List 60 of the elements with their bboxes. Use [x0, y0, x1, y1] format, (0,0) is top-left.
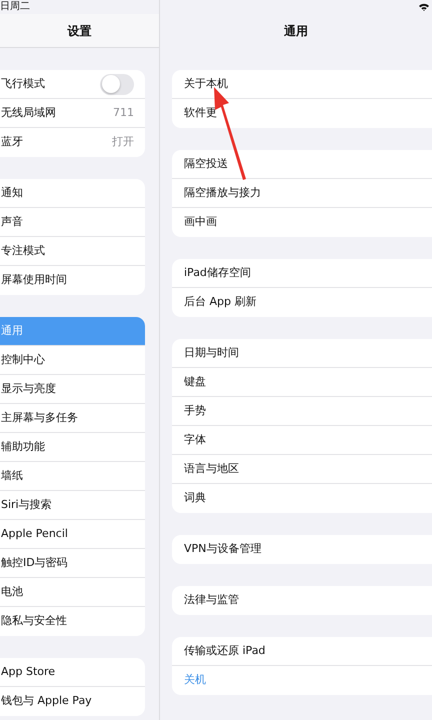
item-label: Apple Pencil — [1, 526, 68, 542]
item-label: 显示与亮度 — [1, 380, 56, 397]
item-label: 无线局域网 — [1, 104, 56, 121]
item-label: 主屏幕与多任务 — [1, 410, 78, 426]
settings-item[interactable]: 手势 — [172, 397, 432, 426]
sidebar-item[interactable]: App Store — [0, 658, 145, 687]
wifi-icon — [419, 3, 430, 11]
item-label: 屏幕使用时间 — [1, 272, 67, 288]
item-label: 墙纸 — [1, 468, 23, 484]
toggle-switch[interactable] — [100, 74, 134, 94]
sidebar-item[interactable]: 隐私与安全性 — [0, 607, 145, 636]
item-label: 隐私与安全性 — [1, 613, 67, 630]
item-label: 控制中心 — [1, 352, 45, 368]
item-label: 通知 — [1, 184, 23, 201]
item-value: 711 — [113, 104, 134, 121]
page-title: 通用 — [283, 23, 309, 40]
sidebar-item[interactable]: 墙纸 — [0, 462, 145, 491]
sidebar-item[interactable]: 电池 — [0, 578, 145, 607]
settings-item[interactable]: 隔空播放与接力 — [172, 179, 432, 208]
item-label: 蓝牙 — [1, 134, 23, 150]
item-label: 钱包与 Apple Pay — [1, 693, 92, 710]
item-label: App Store — [1, 664, 56, 680]
item-label: Siri与搜索 — [1, 496, 52, 513]
item-label: 飞行模式 — [1, 76, 45, 92]
sidebar-item[interactable]: 触控ID与密码 — [0, 549, 145, 578]
sidebar-item[interactable]: 辅助功能 — [0, 433, 145, 462]
sidebar-item[interactable]: 显示与亮度 — [0, 375, 145, 404]
sidebar-item[interactable]: 飞行模式 — [0, 70, 145, 99]
settings-item[interactable]: 画中画 — [172, 208, 432, 237]
settings-item[interactable]: 日期与时间 — [172, 339, 432, 368]
settings-item[interactable]: 语言与地区 — [172, 455, 432, 484]
item-label: 触控ID与密码 — [1, 554, 68, 571]
sidebar-item[interactable]: 声音 — [0, 208, 145, 237]
sidebar-title: 设置 — [0, 14, 159, 48]
settings-item[interactable]: 后台 App 刷新 — [172, 288, 432, 317]
settings-item[interactable]: 字体 — [172, 426, 432, 455]
sidebar-item[interactable]: Siri与搜索 — [0, 491, 145, 520]
sidebar-item[interactable]: 控制中心 — [0, 346, 145, 375]
item-label: 辅助功能 — [1, 438, 45, 455]
sidebar-item[interactable]: 专注模式 — [0, 237, 145, 266]
sidebar-item[interactable]: 钱包与 Apple Pay — [0, 687, 145, 716]
settings-item[interactable]: VPN与设备管理 — [172, 535, 432, 564]
item-label: 通用 — [1, 322, 23, 339]
settings-item[interactable]: iPad储存空间 — [172, 259, 432, 288]
sidebar-item[interactable]: Apple Pencil — [0, 520, 145, 549]
settings-item[interactable]: 软件更 — [172, 99, 432, 128]
settings-item[interactable]: 词典 — [172, 484, 432, 513]
settings-item[interactable]: 键盘 — [172, 368, 432, 397]
sidebar-item[interactable]: 主屏幕与多任务 — [0, 404, 145, 433]
settings-item[interactable]: 传输或还原 iPad — [172, 637, 432, 666]
item-label: 声音 — [1, 214, 23, 230]
item-value: 打开 — [112, 134, 134, 150]
sidebar-item[interactable]: 屏幕使用时间 — [0, 266, 145, 295]
item-label: 电池 — [1, 584, 23, 600]
sidebar-item[interactable]: 蓝牙 打开 — [0, 128, 145, 157]
settings-item[interactable]: 法律与监管 — [172, 586, 432, 615]
sidebar-item[interactable]: 通知 — [0, 179, 145, 208]
item-label: 专注模式 — [1, 242, 45, 259]
sidebar-item[interactable]: 无线局域网 711 — [0, 99, 145, 128]
status-date: 日周二 — [0, 1, 30, 12]
